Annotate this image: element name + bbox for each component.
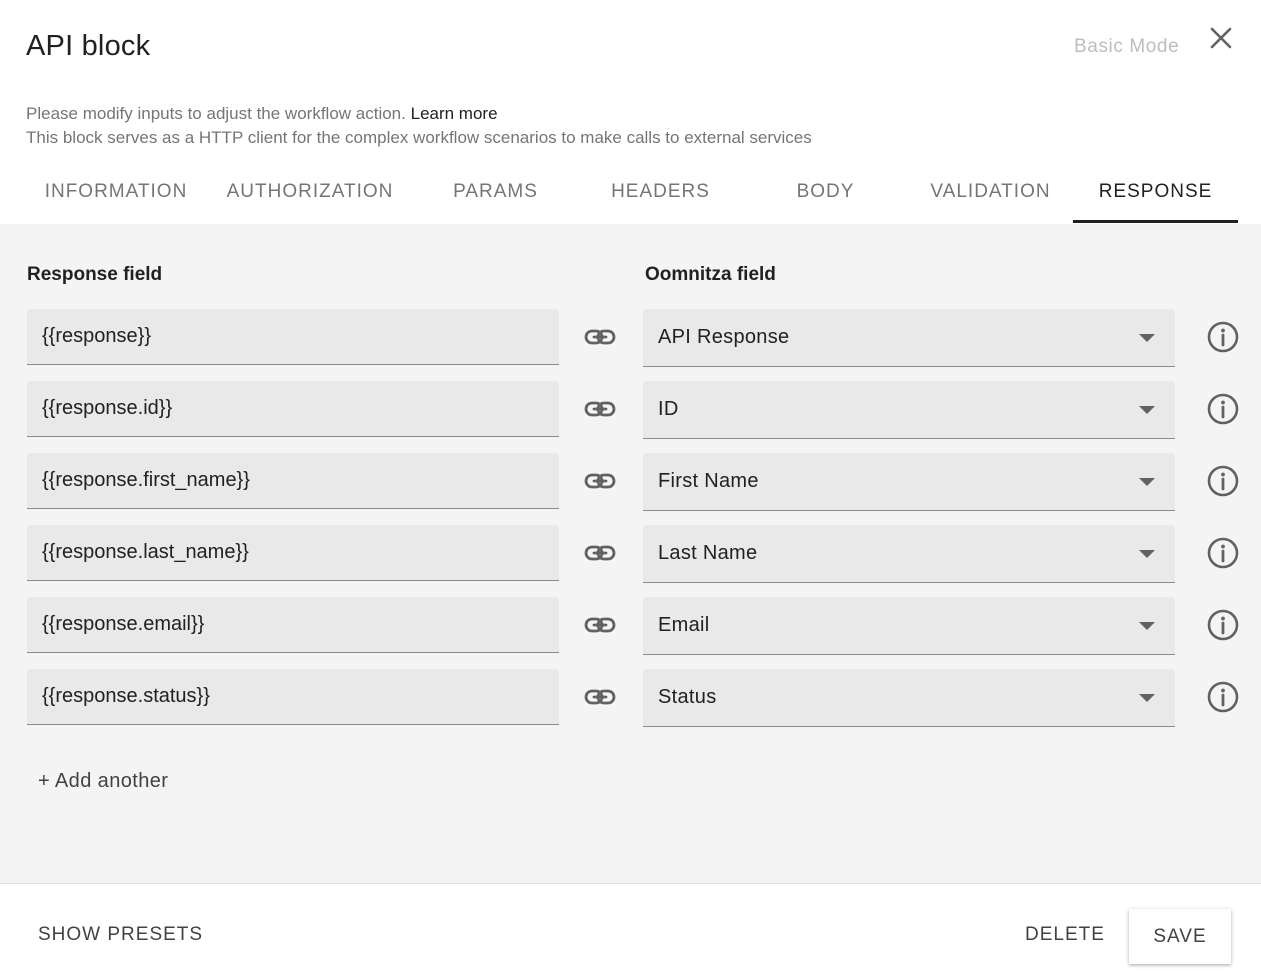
response-field-input[interactable] <box>27 453 559 509</box>
mapping-row: Email <box>0 597 1261 655</box>
tab-information[interactable]: INFORMATION <box>26 160 206 224</box>
link-icon <box>584 401 616 417</box>
tab-params[interactable]: PARAMS <box>413 160 578 224</box>
chevron-down-icon <box>1139 478 1155 486</box>
select-value: ID <box>658 398 679 420</box>
select-value: First Name <box>658 470 759 492</box>
tab-response[interactable]: RESPONSE <box>1073 160 1238 224</box>
close-icon[interactable] <box>1205 22 1237 54</box>
tab-validation[interactable]: VALIDATION <box>908 160 1073 224</box>
description-line-2: This block serves as a HTTP client for t… <box>26 128 812 147</box>
select-value: Email <box>658 614 710 636</box>
tab-bar: INFORMATION AUTHORIZATION PARAMS HEADERS… <box>0 160 1261 224</box>
info-icon[interactable] <box>1206 320 1240 354</box>
chevron-down-icon <box>1139 694 1155 702</box>
response-field-input[interactable] <box>27 525 559 581</box>
oomnitza-field-select[interactable]: First Name <box>643 453 1175 511</box>
chevron-down-icon <box>1139 334 1155 342</box>
oomnitza-field-select[interactable]: Email <box>643 597 1175 655</box>
response-panel: Response field Oomnitza field API Respon… <box>0 224 1261 883</box>
add-another-button[interactable]: + Add another <box>38 770 168 793</box>
oomnitza-field-select[interactable]: Last Name <box>643 525 1175 583</box>
delete-button[interactable]: DELETE <box>1025 924 1105 946</box>
oomnitza-field-select[interactable]: ID <box>643 381 1175 439</box>
learn-more-link[interactable]: Learn more <box>411 104 498 123</box>
mapping-row: API Response <box>0 309 1261 367</box>
tab-authorization[interactable]: AUTHORIZATION <box>210 160 410 224</box>
active-tab-indicator <box>1073 220 1238 223</box>
link-icon <box>584 545 616 561</box>
info-icon[interactable] <box>1206 680 1240 714</box>
link-icon <box>584 617 616 633</box>
info-icon[interactable] <box>1206 608 1240 642</box>
mapping-row: First Name <box>0 453 1261 511</box>
select-value: Last Name <box>658 542 758 564</box>
link-icon <box>584 473 616 489</box>
description-text: Please modify inputs to adjust the workf… <box>26 104 406 123</box>
mapping-row: Status <box>0 669 1261 727</box>
oomnitza-field-select[interactable]: API Response <box>643 309 1175 367</box>
page-title: API block <box>26 30 151 62</box>
response-field-label: Response field <box>27 264 163 285</box>
select-value: API Response <box>658 326 790 348</box>
show-presets-button[interactable]: SHOW PRESETS <box>38 924 203 946</box>
info-icon[interactable] <box>1206 464 1240 498</box>
select-value: Status <box>658 686 717 708</box>
tab-body[interactable]: BODY <box>743 160 908 224</box>
response-field-input[interactable] <box>27 309 559 365</box>
tab-headers[interactable]: HEADERS <box>578 160 743 224</box>
chevron-down-icon <box>1139 406 1155 414</box>
mapping-row: Last Name <box>0 525 1261 583</box>
oomnitza-field-label: Oomnitza field <box>645 264 776 285</box>
oomnitza-field-select[interactable]: Status <box>643 669 1175 727</box>
chevron-down-icon <box>1139 622 1155 630</box>
response-field-input[interactable] <box>27 597 559 653</box>
info-icon[interactable] <box>1206 392 1240 426</box>
save-button[interactable]: SAVE <box>1129 909 1231 964</box>
description-line-1: Please modify inputs to adjust the workf… <box>26 104 498 124</box>
chevron-down-icon <box>1139 550 1155 558</box>
mapping-row: ID <box>0 381 1261 439</box>
link-icon <box>584 689 616 705</box>
dialog-footer: SHOW PRESETS DELETE SAVE <box>0 883 1261 976</box>
response-field-input[interactable] <box>27 381 559 437</box>
basic-mode-toggle[interactable]: Basic Mode <box>1074 36 1179 58</box>
link-icon <box>584 329 616 345</box>
info-icon[interactable] <box>1206 536 1240 570</box>
response-field-input[interactable] <box>27 669 559 725</box>
